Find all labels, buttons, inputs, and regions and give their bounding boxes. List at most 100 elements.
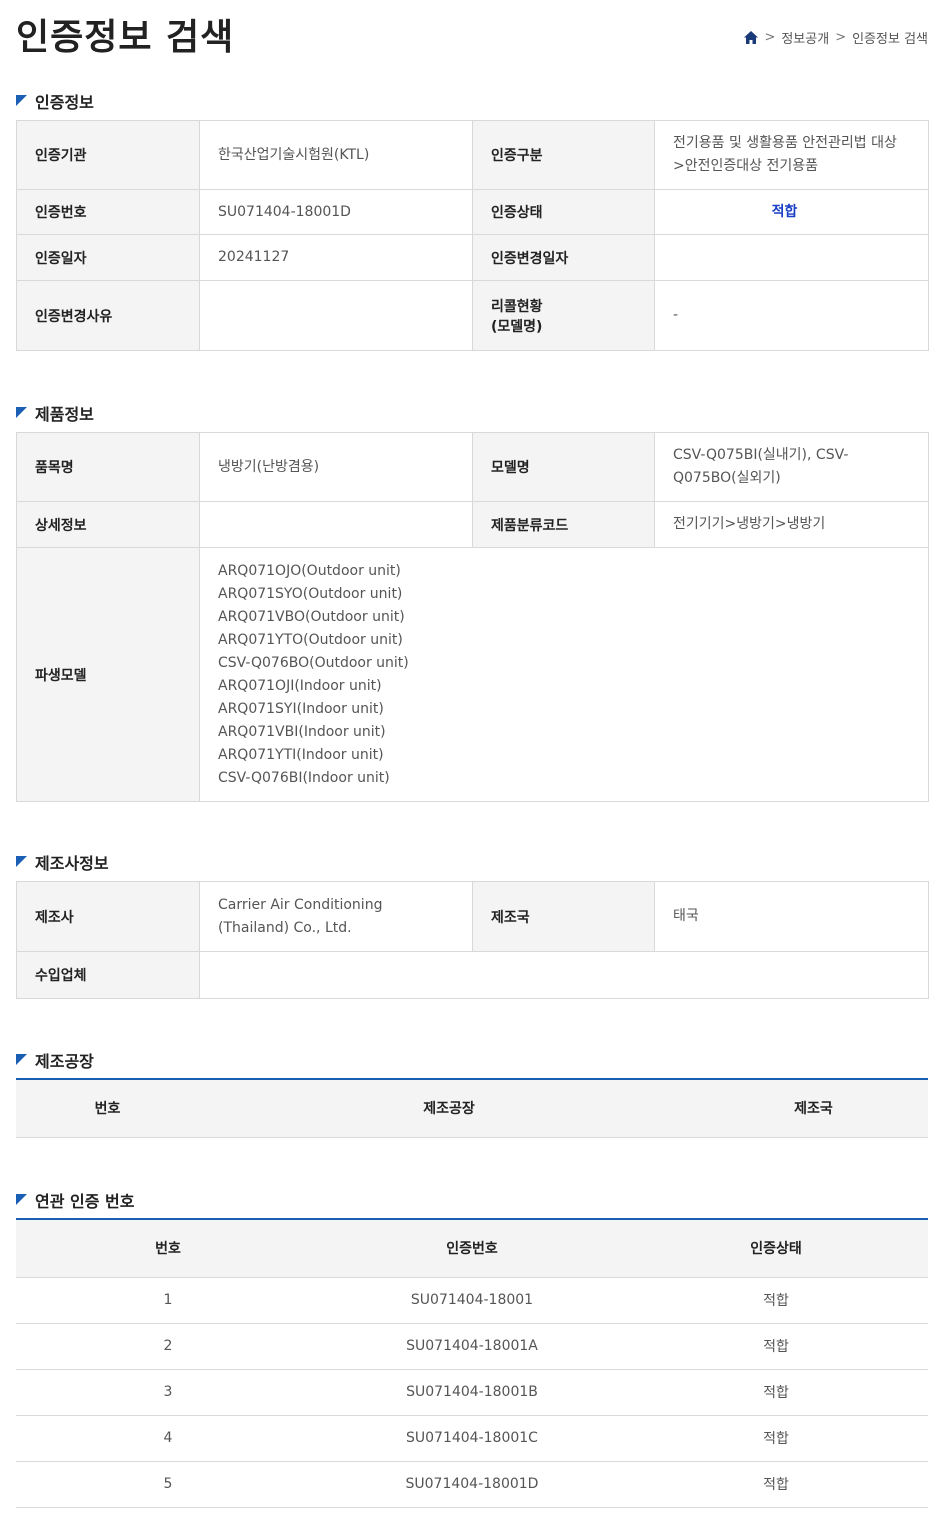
row-number: 1 <box>16 1277 320 1324</box>
row-status: 적합 <box>624 1461 928 1508</box>
detail-value <box>199 501 473 548</box>
factory-section-title: 제조공장 <box>16 1048 94 1072</box>
category-value-line2: >안전인증대상 전기용품 <box>673 158 818 174</box>
recall-value: - <box>654 280 929 351</box>
derived-model-item: ARQ071YTI(Indoor unit) <box>218 746 384 763</box>
derived-model-item: ARQ071OJO(Outdoor unit) <box>218 562 401 579</box>
row-cert-number[interactable]: SU071404-18001D <box>320 1461 624 1508</box>
row-status: 적합 <box>624 1369 928 1416</box>
cert-date-label: 인증일자 <box>16 234 200 281</box>
maker-label: 제조사 <box>16 881 200 952</box>
maker-info-table: 제조사 Carrier Air Conditioning (Thailand) … <box>16 881 929 999</box>
importer-label: 수입업체 <box>16 951 200 999</box>
change-reason-label: 인증변경사유 <box>16 280 200 351</box>
derived-models-list: ARQ071OJO(Outdoor unit) ARQ071SYO(Outdoo… <box>199 547 929 802</box>
maker-value: Carrier Air Conditioning (Thailand) Co.,… <box>199 881 473 952</box>
section-title-text: 인증정보 <box>35 93 94 112</box>
row-status: 적합 <box>624 1415 928 1462</box>
recall-label: 리콜현황 (모델명) <box>472 280 655 351</box>
table-row[interactable]: 4 SU071404-18001C 적합 <box>16 1415 928 1462</box>
category-value-line1: 전기용품 및 생활용품 안전관리법 대상 <box>673 135 897 151</box>
model-value: CSV-Q075BI(실내기), CSV- Q075BO(실외기) <box>654 432 929 502</box>
breadcrumb-separator: > <box>764 30 776 45</box>
row-cert-number[interactable]: SU071404-18001 <box>320 1277 624 1324</box>
table-row[interactable]: 3 SU071404-18001B 적합 <box>16 1369 928 1416</box>
model-label: 모델명 <box>472 432 655 502</box>
agency-label: 인증기관 <box>16 120 200 190</box>
section-marker-icon <box>16 1193 27 1205</box>
importer-value <box>199 951 929 999</box>
row-status: 적합 <box>624 1277 928 1324</box>
derived-model-item: ARQ071VBO(Outdoor unit) <box>218 608 405 625</box>
derived-model-item: ARQ071VBI(Indoor unit) <box>218 723 386 740</box>
related-header-cert-number: 인증번호 <box>320 1219 624 1278</box>
cert-status-label: 인증상태 <box>472 189 655 235</box>
related-header-number: 번호 <box>16 1219 320 1278</box>
related-section-title: 연관 인증 번호 <box>16 1188 134 1212</box>
agency-value: 한국산업기술시험원(KTL) <box>199 120 473 190</box>
row-cert-number[interactable]: SU071404-18001C <box>320 1415 624 1462</box>
product-info-table: 품목명 냉방기(난방겸용) 모델명 CSV-Q075BI(실내기), CSV- … <box>16 432 929 802</box>
factory-header-country: 제조국 <box>699 1079 928 1138</box>
section-marker-icon <box>16 855 27 867</box>
country-label: 제조국 <box>472 881 655 952</box>
product-section-title: 제품정보 <box>16 401 94 425</box>
table-row[interactable]: 2 SU071404-18001A 적합 <box>16 1323 928 1370</box>
class-code-label: 제품분류코드 <box>472 501 655 548</box>
model-value-line2: Q075BO(실외기) <box>673 470 781 486</box>
table-row[interactable]: 5 SU071404-18001D 적합 <box>16 1461 928 1508</box>
country-value: 태국 <box>654 881 929 952</box>
breadcrumb-separator: > <box>835 30 847 45</box>
category-label: 인증구분 <box>472 120 655 190</box>
breadcrumb-item-search[interactable]: 인증정보 검색 <box>852 28 928 47</box>
section-title-text: 제품정보 <box>35 405 94 424</box>
change-reason-value <box>199 280 473 351</box>
derived-model-item: ARQ071SYO(Outdoor unit) <box>218 585 403 602</box>
row-number: 4 <box>16 1415 320 1462</box>
related-certs-table: 번호 인증번호 인증상태 1 SU071404-18001 적합 2 SU071… <box>16 1218 928 1508</box>
section-title-text: 제조공장 <box>35 1052 94 1071</box>
section-marker-icon <box>16 406 27 418</box>
item-value: 냉방기(난방겸용) <box>199 432 473 502</box>
status-badge: 적합 <box>771 203 798 220</box>
table-row[interactable]: 1 SU071404-18001 적합 <box>16 1277 928 1324</box>
breadcrumb: > 정보공개 > 인증정보 검색 <box>744 28 928 47</box>
row-cert-number[interactable]: SU071404-18001B <box>320 1369 624 1416</box>
cert-info-table: 인증기관 한국산업기술시험원(KTL) 인증구분 전기용품 및 생활용품 안전관… <box>16 120 929 351</box>
row-number: 3 <box>16 1369 320 1416</box>
page-title: 인증정보 검색 <box>16 17 235 58</box>
row-cert-number[interactable]: SU071404-18001A <box>320 1323 624 1370</box>
related-header-status: 인증상태 <box>624 1219 928 1278</box>
breadcrumb-item-info[interactable]: 정보공개 <box>781 28 829 47</box>
class-code-value: 전기기기>냉방기>냉방기 <box>654 501 929 548</box>
factory-header-factory: 제조공장 <box>199 1079 699 1138</box>
cert-number-value: SU071404-18001D <box>199 189 473 235</box>
change-date-label: 인증변경일자 <box>472 234 655 281</box>
maker-section-title: 제조사정보 <box>16 850 109 874</box>
recall-label-line1: 리콜현황 <box>491 298 543 315</box>
section-marker-icon <box>16 1053 27 1065</box>
maker-value-line2: (Thailand) Co., Ltd. <box>218 919 352 936</box>
maker-value-line1: Carrier Air Conditioning <box>218 896 383 913</box>
detail-label: 상세정보 <box>16 501 200 548</box>
derived-model-item: ARQ071OJI(Indoor unit) <box>218 677 382 694</box>
derived-model-item: CSV-Q076BI(Indoor unit) <box>218 769 390 786</box>
cert-date-value: 20241127 <box>199 234 473 281</box>
item-label: 품목명 <box>16 432 200 502</box>
cert-number-label: 인증번호 <box>16 189 200 235</box>
factory-table: 번호 제조공장 제조국 <box>16 1078 928 1138</box>
section-title-text: 연관 인증 번호 <box>35 1192 135 1211</box>
home-icon[interactable] <box>744 31 759 44</box>
recall-label-line2: (모델명) <box>491 318 543 335</box>
change-date-value <box>654 234 929 281</box>
row-number: 5 <box>16 1461 320 1508</box>
derived-model-item: ARQ071SYI(Indoor unit) <box>218 700 384 717</box>
cert-section-title: 인증정보 <box>16 89 94 113</box>
category-value: 전기용품 및 생활용품 안전관리법 대상 >안전인증대상 전기용품 <box>654 120 929 190</box>
section-marker-icon <box>16 94 27 106</box>
factory-header-number: 번호 <box>16 1079 199 1138</box>
derived-models-label: 파생모델 <box>16 547 200 802</box>
derived-model-item: CSV-Q076BO(Outdoor unit) <box>218 654 409 671</box>
row-status: 적합 <box>624 1323 928 1370</box>
model-value-line1: CSV-Q075BI(실내기), CSV- <box>673 447 849 463</box>
